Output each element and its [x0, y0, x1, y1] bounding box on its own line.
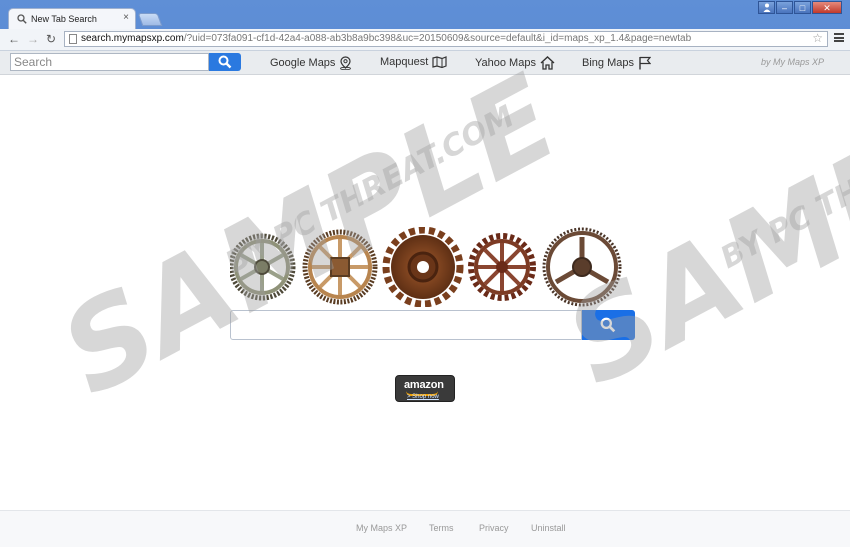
address-bar[interactable]: search.mymapsxp.com/?uid=073fa091-cf1d-4…	[64, 31, 828, 47]
search-icon	[218, 55, 232, 69]
footer-link-my-maps-xp[interactable]: My Maps XP	[356, 523, 407, 533]
browser-toolbar: ← → ↻ search.mymapsxp.com/?uid=073fa091-…	[0, 29, 850, 51]
amazon-shop-button[interactable]: amazon > Shop now	[395, 375, 455, 402]
footer-link-uninstall[interactable]: Uninstall	[531, 523, 566, 533]
google-maps-label: Google Maps	[270, 57, 336, 69]
google-maps-link[interactable]: Google Maps	[270, 56, 352, 70]
tab-close-icon[interactable]: ×	[123, 12, 129, 23]
search-icon	[17, 14, 27, 24]
tab-title: New Tab Search	[31, 14, 97, 24]
amazon-logo: amazon	[404, 379, 444, 391]
search-icon	[600, 317, 616, 333]
minimize-icon[interactable]: –	[776, 1, 793, 14]
bing-maps-link[interactable]: Bing Maps	[582, 56, 651, 70]
window-controls: – □ ✕	[758, 1, 842, 14]
new-tab-button[interactable]	[137, 13, 163, 26]
page-icon	[69, 34, 77, 44]
close-window-icon[interactable]: ✕	[812, 1, 842, 14]
flag-icon	[639, 56, 651, 70]
map-pin-icon	[340, 56, 352, 70]
yahoo-maps-label: Yahoo Maps	[475, 57, 536, 69]
toolbar-search-button[interactable]	[209, 53, 241, 71]
bookmark-star-icon[interactable]: ☆	[812, 31, 823, 45]
home-icon	[540, 56, 555, 70]
main-search-input[interactable]	[230, 310, 582, 340]
mapquest-link[interactable]: Mapquest	[380, 56, 447, 68]
tab-new-tab-search[interactable]: New Tab Search ×	[8, 8, 136, 30]
url-host: search.mymapsxp.com	[81, 33, 184, 44]
footer-link-privacy[interactable]: Privacy	[479, 523, 509, 533]
brand-label: by My Maps XP	[760, 57, 824, 67]
browser-window: New Tab Search × – □ ✕ ← → ↻ search.myma…	[0, 0, 850, 547]
maximize-icon[interactable]: □	[794, 1, 811, 14]
yahoo-maps-link[interactable]: Yahoo Maps	[475, 56, 555, 70]
extension-toolbar: Search Google Maps Mapquest Yahoo Maps B…	[0, 51, 850, 75]
url-text[interactable]: search.mymapsxp.com/?uid=073fa091-cf1d-4…	[81, 33, 691, 44]
bing-maps-label: Bing Maps	[582, 57, 634, 69]
folded-map-icon	[432, 56, 447, 68]
footer-link-terms[interactable]: Terms	[429, 523, 454, 533]
amazon-shop-label: > Shop now	[407, 394, 439, 400]
main-search-button[interactable]	[582, 310, 635, 340]
reload-icon[interactable]: ↻	[46, 32, 56, 46]
mapquest-label: Mapquest	[380, 56, 429, 68]
forward-icon[interactable]: →	[27, 32, 39, 46]
menu-icon[interactable]	[834, 33, 844, 42]
gears-logo	[230, 227, 622, 307]
back-icon[interactable]: ←	[8, 32, 20, 46]
page-content: amazon > Shop now	[0, 75, 850, 510]
user-icon[interactable]	[758, 1, 775, 14]
toolbar-search-input[interactable]: Search	[10, 53, 209, 71]
url-query: /?uid=073fa091-cf1d-42a4-a088-ab3b8a9bc3…	[183, 33, 692, 44]
page-footer: My Maps XP Terms Privacy Uninstall	[0, 510, 850, 547]
